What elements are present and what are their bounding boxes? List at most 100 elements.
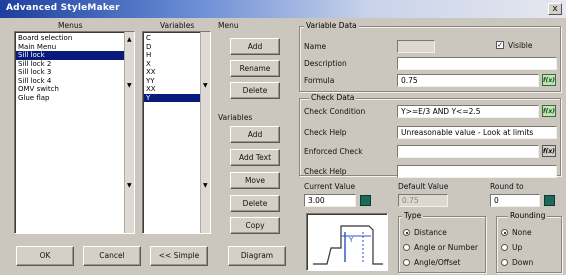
menu-add-label: Add [247, 42, 263, 51]
check-help-2-label: Check Help [304, 167, 347, 176]
check-condition-field[interactable]: Y>=E/3 AND Y<=2.5 [397, 105, 539, 118]
menus-listbox[interactable]: Board selection Main Menu Sill lock Sill lo… [14, 31, 135, 234]
check-help-2-field[interactable] [397, 165, 557, 178]
round-to-field[interactable]: 0 [490, 194, 540, 207]
diagram-label: Diagram [240, 251, 274, 260]
variable-add-button[interactable]: Add [230, 126, 280, 143]
description-field[interactable] [397, 57, 557, 70]
variable-list-item[interactable]: H [144, 51, 200, 60]
scroll-down-icon[interactable]: ▼ [127, 182, 132, 189]
current-value-field[interactable]: 3.00 [304, 194, 356, 207]
ok-button[interactable]: OK [16, 246, 74, 266]
variable-data-title: Variable Data [304, 21, 359, 30]
scroll-down-icon[interactable]: ▼ [127, 82, 132, 89]
preview-diagram: Y [313, 225, 383, 265]
menu-list-item[interactable]: Main Menu [16, 43, 124, 52]
menu-group-title: Menu [218, 21, 239, 30]
variable-move-button[interactable]: Move [230, 172, 280, 189]
type-angle-offset-radio[interactable] [403, 259, 410, 266]
default-value-label: Default Value [398, 182, 449, 191]
variable-list-item[interactable]: X [144, 60, 200, 69]
enforced-check-label: Enforced Check [304, 147, 363, 156]
formula-label: Formula [304, 76, 335, 85]
variable-list-item[interactable]: XX [144, 68, 200, 77]
round-to-label: Round to [490, 182, 524, 191]
variables-scrollbar[interactable]: ▼ ▼ [200, 32, 210, 233]
diagram-button[interactable]: Diagram [228, 246, 286, 266]
enforced-fx-button[interactable]: f(x) [542, 145, 556, 157]
variables-list: C D H X XX YY XX Y [144, 34, 200, 102]
cancel-button[interactable]: Cancel [83, 246, 141, 266]
shape-preview: Y [306, 213, 388, 271]
simple-button[interactable]: << Simple [150, 246, 208, 266]
scroll-up-icon[interactable]: ▲ [127, 36, 132, 43]
name-field[interactable] [397, 40, 435, 53]
menu-list-item[interactable]: OMV switch [16, 85, 124, 94]
menu-list-item[interactable]: Sill lock [16, 51, 124, 60]
ok-label: OK [39, 251, 51, 260]
variable-add-label: Add [247, 130, 263, 139]
menu-add-button[interactable]: Add [230, 38, 280, 55]
advanced-stylemaker-window: Advanced StyleMaker x Menus Board select… [0, 0, 566, 275]
preview-y-label: Y [348, 236, 354, 244]
formula-field[interactable]: 0.75 [397, 74, 539, 87]
round-to-color-swatch[interactable] [544, 195, 555, 206]
type-angle-offset-label: Angle/Offset [414, 258, 461, 267]
menu-list-item[interactable]: Glue flap [16, 94, 124, 103]
variable-copy-label: Copy [245, 221, 265, 230]
scroll-down-icon[interactable]: ▼ [203, 182, 208, 189]
menus-label: Menus [58, 21, 83, 30]
variable-copy-button[interactable]: Copy [230, 217, 280, 234]
variable-add-text-button[interactable]: Add Text [230, 149, 280, 166]
menu-list-item[interactable]: Board selection [16, 34, 124, 43]
menus-scrollbar[interactable]: ▲ ▼ ▼ [124, 32, 134, 233]
menu-list-item[interactable]: Sill lock 3 [16, 68, 124, 77]
default-value-field: 0.75 [398, 194, 448, 207]
current-value-label: Current Value [304, 182, 356, 191]
name-label: Name [304, 42, 327, 51]
type-group-title: Type [402, 211, 424, 220]
check-help-label: Check Help [304, 128, 347, 137]
menu-rename-button[interactable]: Rename [230, 60, 280, 77]
rounding-down-label: Down [512, 258, 534, 267]
variable-list-item[interactable]: D [144, 43, 200, 52]
checkmark-icon: ✓ [497, 41, 503, 49]
variables-label: Variables [160, 21, 195, 30]
menu-delete-button[interactable]: Delete [230, 82, 280, 99]
menu-rename-label: Rename [239, 64, 271, 73]
current-value-color-swatch[interactable] [360, 195, 371, 206]
window-title: Advanced StyleMaker [6, 3, 120, 13]
close-icon: x [552, 4, 558, 14]
menu-list-item[interactable]: Sill lock 4 [16, 77, 124, 86]
scroll-down-icon[interactable]: ▼ [203, 82, 208, 89]
rounding-none-label: None [512, 228, 532, 237]
cancel-label: Cancel [99, 251, 125, 260]
variable-list-item[interactable]: XX [144, 85, 200, 94]
menus-list: Board selection Main Menu Sill lock Sill lo… [16, 34, 124, 102]
condition-fx-button[interactable]: f(x) [542, 105, 556, 117]
check-help-field[interactable]: Unreasonable value - Look at limits [397, 126, 557, 139]
formula-fx-button[interactable]: f(x) [542, 74, 556, 86]
visible-checkbox[interactable]: ✓ [496, 41, 504, 49]
description-label: Description [304, 59, 347, 68]
rounding-none-radio[interactable] [501, 229, 508, 236]
variables-listbox[interactable]: C D H X XX YY XX Y ▼ ▼ [142, 31, 211, 234]
variable-delete-button[interactable]: Delete [230, 195, 280, 212]
variable-delete-label: Delete [242, 199, 268, 208]
type-distance-label: Distance [414, 228, 447, 237]
variable-list-item[interactable]: Y [144, 93, 200, 102]
rounding-down-radio[interactable] [501, 259, 508, 266]
type-distance-radio[interactable] [403, 229, 410, 236]
variable-list-item[interactable]: YY [144, 77, 200, 86]
variable-move-label: Move [244, 176, 266, 185]
rounding-up-radio[interactable] [501, 244, 508, 251]
close-button[interactable]: x [548, 3, 562, 15]
enforced-check-field[interactable] [397, 145, 539, 158]
rounding-up-label: Up [512, 243, 523, 252]
variable-list-item[interactable]: C [144, 34, 200, 43]
variable-add-text-label: Add Text [238, 153, 272, 162]
menu-delete-label: Delete [242, 86, 268, 95]
menu-list-item[interactable]: Sill lock 2 [16, 60, 124, 69]
title-bar[interactable]: Advanced StyleMaker x [0, 0, 566, 18]
type-angle-number-radio[interactable] [403, 244, 410, 251]
